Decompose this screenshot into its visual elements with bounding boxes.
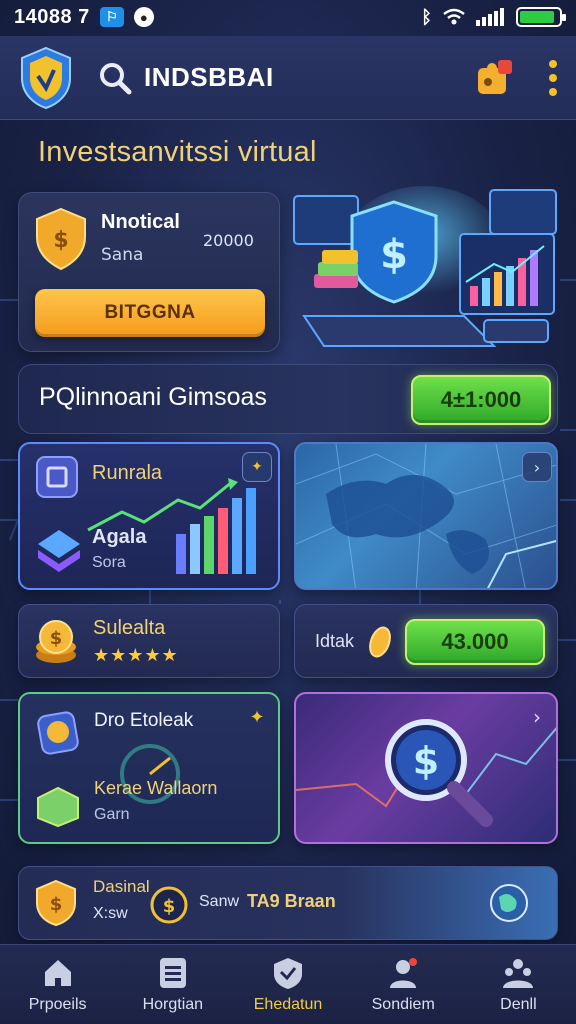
summary-label-a: Sanw: [199, 893, 240, 910]
search-insights-card[interactable]: $ ›: [294, 692, 558, 844]
analytics-card[interactable]: Runrala ✦ Agala Sora: [18, 442, 280, 590]
summary-card[interactable]: $ Dasinal X:sw $ Sanw TA9 Braan: [18, 866, 558, 940]
hero-card-title: Nnotical: [101, 211, 180, 233]
gold-coin-icon: [369, 626, 391, 658]
gem-stack-icon: [38, 530, 80, 572]
hero-card-value: 20000: [203, 231, 254, 250]
coin-stack-icon: $: [36, 620, 76, 663]
nav-label: Prpoeils: [28, 995, 87, 1013]
nav-item-home[interactable]: Prpoeils: [0, 945, 115, 1024]
bluetooth-icon: ᛒ: [421, 6, 432, 27]
svg-text:$: $: [50, 894, 63, 915]
security-dashboard-illustration: $: [293, 186, 557, 347]
portfolio-amount-pill[interactable]: 4±1:000: [411, 375, 551, 425]
search-icon[interactable]: [98, 61, 132, 95]
explore-card[interactable]: Dro Etoleak ✦ Kerae Wallaorn Garn: [18, 692, 280, 844]
hero-card: $ Nnotical Sana 20000 BITGGNA: [18, 192, 280, 352]
more-menu-icon[interactable]: [548, 59, 558, 96]
balance-label: Idtak: [315, 631, 355, 651]
summary-label-b: TA9 Braan: [247, 891, 336, 911]
svg-text:$: $: [413, 739, 439, 783]
list-icon: [159, 957, 186, 988]
star-burst-icon[interactable]: ✦: [242, 702, 272, 732]
nav-label: Ehedatun: [253, 995, 323, 1013]
community-icon: [503, 958, 534, 988]
profile-icon: [390, 957, 418, 988]
home-icon: [44, 959, 71, 986]
signal-icon: [476, 8, 504, 26]
app-header: INDSBBAI: [0, 36, 576, 120]
svg-text:$: $: [163, 896, 176, 917]
analytics-card-caption: Sora: [92, 554, 126, 571]
svg-text:$: $: [380, 232, 408, 278]
cash-box-icon: [37, 786, 79, 828]
svg-text:$: $: [50, 628, 63, 649]
battery-icon: [516, 7, 566, 27]
wifi-icon: [443, 8, 465, 25]
hero-card-subtitle: Sana: [101, 245, 144, 265]
chart-app-icon: [36, 456, 78, 498]
portfolio-label: PQlinnoani Gimsoas: [39, 383, 267, 411]
nav-label: Denll: [500, 995, 537, 1013]
chat-app-icon: ●: [133, 7, 154, 27]
shield-check-icon: [274, 957, 302, 989]
world-map-card[interactable]: ›: [294, 442, 558, 590]
portfolio-banner[interactable]: PQlinnoani Gimsoas 4±1:000: [18, 364, 558, 434]
status-bar: 14088 7 ⚐ ● ᛒ: [0, 0, 576, 34]
summary-title: Dasinal: [93, 877, 150, 896]
dollar-shield-icon: $: [36, 879, 76, 927]
nav-label: Horgtian: [142, 995, 204, 1013]
nav-item-community[interactable]: Denll: [461, 945, 576, 1024]
rating-card[interactable]: $ Sulealta ★★★★★: [18, 604, 280, 678]
nav-label: Sondiem: [371, 995, 435, 1013]
app-title: INDSBBAI: [144, 62, 274, 92]
star-rating: ★★★★★: [93, 645, 179, 666]
status-time: 14088 7: [14, 5, 90, 28]
summary-subtitle: X:sw: [93, 905, 128, 922]
battery-level: [520, 11, 555, 23]
balance-card[interactable]: Idtak 43.000: [294, 604, 558, 678]
magnifier-dollar-graphic: $: [296, 719, 556, 827]
chevron-right-icon[interactable]: ›: [522, 702, 552, 732]
globe-icon[interactable]: [489, 883, 529, 923]
hero-cta-button[interactable]: BITGGNA: [35, 289, 265, 337]
hero-title: Investsanvitssi virtual: [38, 136, 317, 168]
shield-logo-icon[interactable]: [18, 46, 74, 110]
gold-shield-icon: $: [36, 207, 86, 271]
explore-card-subtitle: Kerae Wallaorn: [94, 778, 218, 798]
balance-amount-pill[interactable]: 43.000: [405, 619, 545, 665]
world-map-graphic: [296, 444, 556, 588]
explore-card-title: Dro Etoleak: [94, 710, 194, 731]
nav-item-list[interactable]: Horgtian: [115, 945, 230, 1024]
coin-badge-icon: [37, 711, 79, 755]
svg-text:$: $: [53, 228, 68, 253]
coin-icon: $: [150, 886, 188, 924]
puzzle-icon[interactable]: [474, 58, 514, 98]
explore-card-caption: Garn: [94, 806, 130, 823]
bottom-navigation: Prpoeils Horgtian Ehedatun Sondiem Denll: [0, 944, 576, 1024]
rating-card-title: Sulealta: [93, 617, 166, 639]
nav-item-profile[interactable]: Sondiem: [346, 945, 461, 1024]
chevron-right-icon[interactable]: ›: [522, 452, 552, 482]
nav-item-security[interactable]: Ehedatun: [230, 945, 345, 1024]
analytics-card-subtitle: Agala: [92, 526, 147, 548]
notification-app-icon: ⚐: [99, 7, 124, 27]
